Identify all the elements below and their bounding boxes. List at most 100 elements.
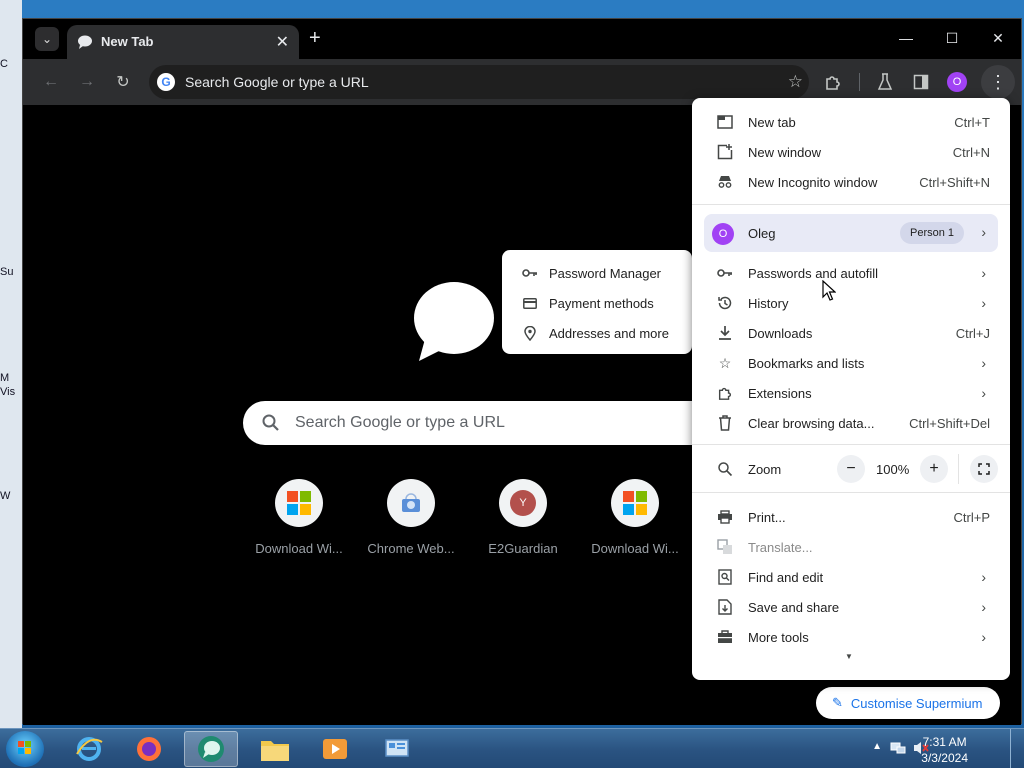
chevron-right-icon: ›	[981, 599, 986, 615]
puzzle-piece-icon	[716, 384, 734, 402]
menu-item-extensions[interactable]: Extensions ›	[692, 378, 1010, 408]
extensions-puzzle-icon[interactable]	[821, 70, 845, 94]
customize-label: Customise Supermium	[850, 695, 983, 711]
window-controls: — ☐ ✕	[883, 19, 1021, 59]
menu-item-history[interactable]: History ›	[692, 288, 1010, 318]
show-desktop-button[interactable]	[1010, 729, 1024, 768]
menu-item-find-edit[interactable]: Find and edit ›	[692, 562, 1010, 592]
tab-new-tab[interactable]: New Tab ✕	[67, 25, 299, 59]
control-panel-icon	[385, 739, 409, 757]
search-icon	[262, 414, 279, 431]
forward-arrow-icon[interactable]: →	[75, 70, 99, 94]
new-tab-icon	[716, 113, 734, 131]
find-page-icon	[716, 568, 734, 586]
menu-item-bookmarks[interactable]: ☆ Bookmarks and lists ›	[692, 348, 1010, 378]
translate-icon	[716, 538, 734, 556]
menu-item-new-window[interactable]: New window Ctrl+N	[692, 137, 1010, 167]
show-hidden-icons-icon[interactable]: ▲	[872, 741, 882, 752]
menu-item-clear-browsing-data[interactable]: Clear browsing data... Ctrl+Shift+Del	[692, 408, 1010, 438]
taskbar-media-player[interactable]	[308, 731, 362, 767]
media-player-icon	[323, 739, 347, 759]
tab-search-button[interactable]: ⌄	[35, 27, 59, 51]
speech-bubble-favicon-icon	[78, 35, 92, 49]
clock-time: 7:31 AM	[922, 735, 967, 749]
chevron-right-icon: ›	[981, 569, 986, 585]
trash-icon	[716, 414, 734, 432]
internet-explorer-icon	[76, 737, 103, 761]
chevron-right-icon: ›	[981, 355, 986, 371]
printer-icon	[716, 508, 734, 526]
taskbar-clock[interactable]: 7:31 AM 3/3/2024	[921, 734, 968, 766]
more-menu-kebab-icon[interactable]: ⋮	[981, 65, 1015, 99]
menu-item-downloads[interactable]: Downloads Ctrl+J	[692, 318, 1010, 348]
back-arrow-icon[interactable]: ←	[39, 70, 63, 94]
close-window-button[interactable]: ✕	[975, 19, 1021, 57]
taskbar-internet-explorer[interactable]	[62, 731, 116, 767]
supermium-icon	[198, 736, 224, 762]
submenu-item-payment-methods[interactable]: Payment methods	[502, 288, 692, 318]
maximize-button[interactable]: ☐	[929, 19, 975, 57]
firefox-icon	[137, 737, 161, 761]
menu-item-save-share[interactable]: Save and share ›	[692, 592, 1010, 622]
avatar: O	[712, 223, 734, 245]
close-tab-icon[interactable]: ✕	[276, 32, 289, 52]
toolbar-divider	[859, 73, 860, 91]
reload-icon[interactable]: ↻	[111, 70, 135, 94]
desktop-icon-label[interactable]: W	[0, 490, 22, 502]
shortcut-label: Download Wi...	[255, 541, 343, 556]
folder-icon	[261, 741, 289, 761]
zoom-level: 100%	[876, 461, 910, 477]
submenu-item-addresses[interactable]: Addresses and more	[502, 318, 692, 348]
shortcut-tile[interactable]: Chrome Web...	[361, 479, 461, 556]
shortcut-label: Chrome Web...	[367, 541, 455, 556]
network-icon[interactable]	[890, 740, 906, 759]
menu-item-profile[interactable]: O Oleg Person 1 ›	[704, 214, 998, 252]
shortcut-tile[interactable]: Y E2Guardian	[473, 479, 573, 556]
passwords-submenu: Password Manager Payment methods Address…	[502, 250, 692, 354]
menu-item-passwords-autofill[interactable]: Passwords and autofill ›	[692, 258, 1010, 288]
desktop-icon-label[interactable]: C	[0, 58, 22, 70]
speech-bubble-logo-icon	[414, 282, 494, 361]
chevron-right-icon: ›	[981, 385, 986, 401]
zoom-magnifier-icon	[716, 460, 734, 478]
tab-strip: ⌄ New Tab ✕ + — ☐ ✕	[23, 19, 1021, 59]
shortcut-label: E2Guardian	[488, 541, 558, 556]
taskbar-control-panel[interactable]	[370, 731, 424, 767]
submenu-item-password-manager[interactable]: Password Manager	[502, 258, 692, 288]
side-panel-icon[interactable]	[909, 70, 933, 94]
menu-item-more-tools[interactable]: More tools ›	[692, 622, 1010, 652]
pencil-icon: ✎	[832, 695, 843, 710]
mouse-pointer-icon	[822, 280, 836, 301]
desktop-icons-strip	[0, 0, 22, 728]
taskbar-supermium[interactable]	[184, 731, 238, 767]
fullscreen-icon[interactable]	[970, 455, 998, 483]
start-button[interactable]	[6, 731, 44, 767]
taskbar-explorer[interactable]	[248, 731, 302, 767]
menu-scroll-down-icon[interactable]: ▼	[845, 652, 853, 661]
chevron-right-icon: ›	[981, 295, 986, 311]
zoom-in-button[interactable]: +	[920, 455, 948, 483]
menu-item-new-tab[interactable]: New tab Ctrl+T	[692, 107, 1010, 137]
bookmark-star-icon[interactable]: ☆	[788, 72, 803, 92]
star-icon: ☆	[718, 354, 732, 371]
desktop-icon-label[interactable]: M	[0, 372, 22, 384]
labs-flask-icon[interactable]	[873, 70, 897, 94]
menu-separator	[692, 444, 1010, 445]
customize-button[interactable]: ✎ Customise Supermium	[816, 687, 1000, 719]
menu-item-print[interactable]: Print... Ctrl+P	[692, 502, 1010, 532]
chrome-main-menu: New tab Ctrl+T New window Ctrl+N New Inc…	[692, 98, 1010, 680]
minimize-button[interactable]: —	[883, 19, 929, 57]
shortcut-tile[interactable]: Download Wi...	[249, 479, 349, 556]
location-pin-icon	[522, 325, 538, 341]
new-tab-plus-icon[interactable]: +	[309, 28, 321, 48]
profile-avatar-button[interactable]: O	[947, 72, 967, 92]
menu-item-new-incognito[interactable]: New Incognito window Ctrl+Shift+N	[692, 167, 1010, 197]
shortcut-tile[interactable]: Download Wi...	[585, 479, 685, 556]
omnibox[interactable]: G Search Google or type a URL ☆	[149, 65, 809, 99]
taskbar-firefox[interactable]	[122, 731, 176, 767]
zoom-out-button[interactable]: −	[837, 455, 865, 483]
desktop-icon-label[interactable]: Vis	[0, 386, 22, 398]
desktop-icon-label[interactable]: Su	[0, 266, 22, 278]
history-clock-icon	[716, 294, 734, 312]
chevron-right-icon: ›	[981, 629, 986, 645]
